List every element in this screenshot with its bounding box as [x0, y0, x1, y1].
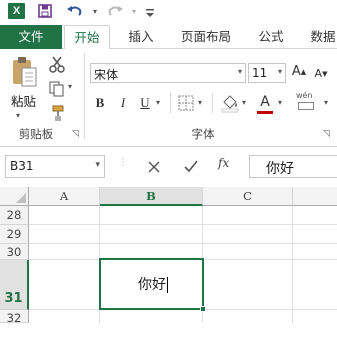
row-header-28[interactable]: 28	[0, 206, 29, 225]
redo-icon[interactable]	[106, 3, 124, 21]
copy-icon[interactable]	[48, 80, 66, 98]
excel-logo-icon: X	[8, 3, 25, 19]
clipboard-group-label: 剪贴板	[18, 127, 54, 141]
customize-qat-icon[interactable]	[141, 3, 159, 21]
tab-insert[interactable]: 插入	[120, 25, 162, 49]
font-color-letter: A	[260, 94, 270, 110]
cell-text: 你好	[138, 277, 166, 293]
insert-function-icon[interactable]: fx	[218, 156, 229, 170]
grow-font-icon[interactable]: A▲	[291, 63, 307, 81]
font-name-value: 宋体	[94, 68, 119, 82]
font-size-dropdown-icon[interactable]: ▾	[278, 67, 282, 76]
formula-input-value: 你好	[266, 161, 294, 177]
row-header-32[interactable]: 32	[0, 310, 29, 325]
row-header-31[interactable]: 31	[0, 260, 29, 310]
font-launcher-icon[interactable]: ◹	[323, 129, 330, 139]
font-name-dropdown-icon[interactable]: ▾	[238, 67, 242, 76]
name-box-value: B31	[10, 159, 34, 173]
paste-label[interactable]: 粘贴	[11, 91, 41, 110]
column-header-d[interactable]	[293, 187, 337, 206]
name-box-dropdown-icon[interactable]: ▾	[95, 160, 100, 170]
save-icon[interactable]	[36, 3, 54, 21]
paste-icon[interactable]	[10, 56, 38, 88]
shrink-font-letter: A	[314, 67, 323, 80]
column-header-a[interactable]: A	[29, 187, 100, 206]
formula-bar: B31 ▾ ⋮ fx 你好	[0, 147, 337, 187]
ribbon: 粘贴 ▾ ▾ 剪贴板 ◹ 宋体 ▾ 11 ▾ A▲ A▼ B I U ▾ ▾ ▾…	[0, 49, 337, 147]
font-divider	[212, 93, 213, 113]
tab-data[interactable]: 数据	[302, 25, 337, 49]
formula-bar-grip-icon[interactable]: ⋮	[118, 157, 128, 175]
font-color-dropdown-icon[interactable]: ▾	[278, 98, 282, 107]
active-cell-value: 你好	[138, 274, 168, 294]
clipboard-launcher-icon[interactable]: ◹	[72, 129, 79, 139]
fill-color-dropdown-icon[interactable]: ▾	[242, 98, 246, 107]
name-box[interactable]: B31 ▾	[5, 155, 105, 178]
gridline	[292, 206, 293, 323]
font-color-icon[interactable]: A	[256, 93, 274, 115]
italic-button[interactable]: I	[115, 94, 131, 112]
column-header-b[interactable]: B	[100, 187, 203, 206]
row-header-29[interactable]: 29	[0, 225, 29, 244]
select-all-corner[interactable]	[0, 187, 29, 206]
group-divider	[84, 53, 85, 139]
cancel-icon[interactable]	[146, 157, 162, 175]
fill-handle[interactable]	[200, 306, 206, 312]
active-cell-b31[interactable]: 你好	[99, 258, 206, 312]
grow-font-letter: A	[291, 64, 301, 79]
undo-icon[interactable]	[66, 3, 84, 21]
ribbon-tabs: 文件 开始 插入 页面布局 公式 数据	[0, 25, 337, 50]
format-painter-icon[interactable]	[48, 104, 66, 122]
font-size-value: 11	[252, 66, 268, 80]
tab-page-layout[interactable]: 页面布局	[172, 25, 240, 49]
borders-dropdown-icon[interactable]: ▾	[198, 98, 202, 107]
underline-button[interactable]: U	[137, 94, 153, 112]
font-color-swatch	[257, 111, 273, 114]
copy-dropdown-icon[interactable]: ▾	[68, 82, 72, 91]
borders-icon[interactable]	[178, 95, 194, 111]
tab-formulas[interactable]: 公式	[250, 25, 292, 49]
enter-icon[interactable]	[183, 157, 199, 175]
row-header-30[interactable]: 30	[0, 244, 29, 260]
underline-dropdown-icon[interactable]: ▾	[156, 98, 160, 107]
font-divider	[170, 93, 171, 113]
phonetic-box	[298, 102, 314, 110]
fill-color-icon[interactable]	[220, 93, 240, 113]
undo-dropdown-icon[interactable]: ▾	[86, 3, 104, 21]
text-cursor	[167, 277, 168, 293]
bold-button[interactable]: B	[92, 94, 108, 112]
column-header-c[interactable]: C	[203, 187, 293, 206]
quick-access-toolbar: X ▾ ▾	[0, 0, 337, 25]
phonetic-dropdown-icon[interactable]: ▾	[324, 98, 328, 107]
phonetic-label: wén	[296, 91, 313, 100]
tab-home[interactable]: 开始	[64, 25, 110, 50]
shrink-font-icon[interactable]: A▼	[313, 65, 329, 83]
cut-icon[interactable]	[48, 55, 66, 73]
font-name-box[interactable]: 宋体 ▾	[90, 63, 246, 83]
phonetic-guide-icon[interactable]: wén	[296, 91, 322, 115]
font-size-box[interactable]: 11 ▾	[248, 63, 286, 83]
gridline	[29, 243, 337, 244]
paste-dropdown-icon[interactable]: ▾	[16, 111, 20, 120]
tab-file[interactable]: 文件	[0, 25, 62, 49]
gridline	[29, 224, 337, 225]
font-group-label: 字体	[191, 127, 215, 141]
formula-input[interactable]: 你好	[249, 155, 337, 178]
